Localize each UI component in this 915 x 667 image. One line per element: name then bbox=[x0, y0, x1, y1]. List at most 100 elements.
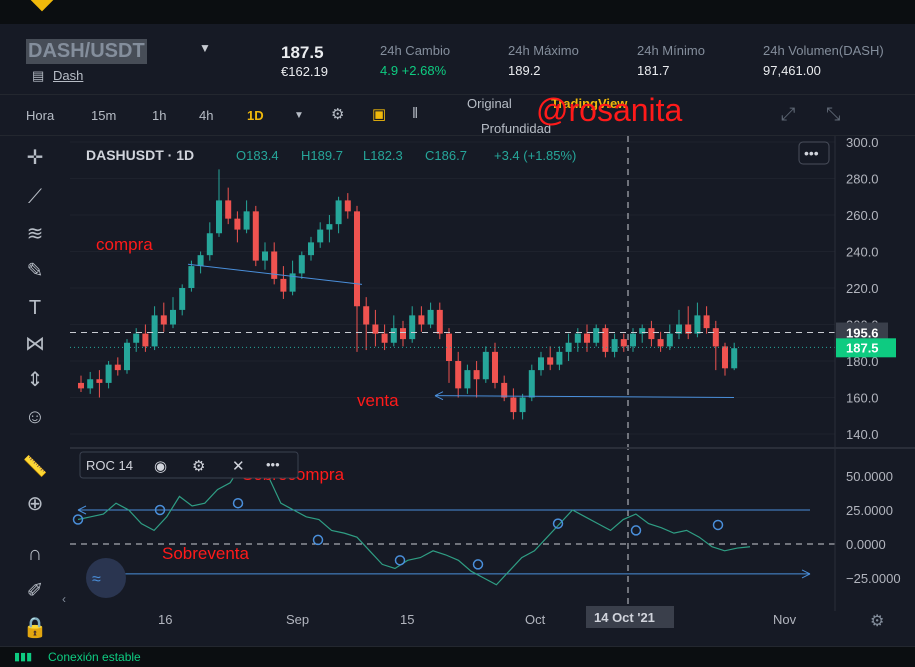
more-intervals-icon[interactable]: ▼ bbox=[294, 110, 304, 121]
price-tick: 300.0 bbox=[846, 136, 879, 150]
expand-icon[interactable]: ⤢ bbox=[781, 104, 795, 125]
candle-body bbox=[574, 333, 581, 343]
coin-link[interactable]: Dash bbox=[53, 68, 83, 83]
lock-icon[interactable]: 🔒 bbox=[18, 611, 52, 645]
candle-body bbox=[519, 397, 526, 413]
candle-body bbox=[703, 315, 710, 329]
crosshair-price-label: 195.6 bbox=[846, 326, 879, 341]
pair-dropdown-icon[interactable]: ▼ bbox=[199, 41, 211, 55]
magnet-icon[interactable]: ∩ bbox=[18, 537, 52, 571]
candle-body bbox=[657, 339, 664, 347]
candle-body bbox=[510, 397, 517, 413]
roc-tick: 50.0000 bbox=[846, 469, 893, 484]
time-tick: 16 bbox=[158, 612, 172, 627]
candle-body bbox=[528, 370, 535, 398]
stat-high-label: 24h Máximo bbox=[508, 43, 579, 58]
candle-body bbox=[436, 309, 443, 334]
trendline-icon[interactable]: ⟋ bbox=[18, 180, 52, 214]
price-chart[interactable]: DASHUSDT · 1D O183.4 H189.7 L182.3 C186.… bbox=[70, 136, 915, 646]
candle-body bbox=[584, 333, 590, 343]
fib-icon[interactable]: ≋ bbox=[18, 217, 52, 251]
price-tick: 160.0 bbox=[846, 391, 879, 406]
candle-body bbox=[160, 315, 167, 325]
candle-body bbox=[78, 382, 84, 389]
ohlc-change: +3.4 (+1.85%) bbox=[494, 148, 576, 163]
signal-icon: ▮▮▮ bbox=[14, 651, 33, 663]
candle-body bbox=[344, 200, 351, 212]
candle-body bbox=[427, 309, 434, 325]
candle-body bbox=[326, 224, 333, 230]
candle-body bbox=[418, 315, 425, 325]
text-icon[interactable]: T bbox=[18, 291, 52, 325]
gear-icon: ⚙ bbox=[192, 458, 205, 475]
lock-drawing-icon[interactable]: ✐ bbox=[18, 574, 52, 608]
interval-hora[interactable]: Hora bbox=[26, 108, 54, 123]
brush-icon[interactable]: ✎ bbox=[18, 254, 52, 288]
candle-body bbox=[482, 351, 489, 380]
zoom-in-icon[interactable]: ⊕ bbox=[18, 487, 52, 521]
interval-1h[interactable]: 1h bbox=[152, 108, 166, 123]
pair-selector[interactable]: DASH/USDT bbox=[26, 39, 147, 64]
stat-low-label: 24h Mínimo bbox=[637, 43, 705, 58]
eye-icon: ◉ bbox=[154, 458, 167, 475]
chart-symbol: DASHUSDT · 1D bbox=[86, 147, 194, 163]
stat-volume-label: 24h Volumen(DASH) bbox=[763, 43, 884, 58]
collapse-icon[interactable]: ⤡ bbox=[826, 104, 840, 125]
collapse-toolbar-icon[interactable]: ‹ bbox=[62, 592, 66, 606]
chart-toolbar bbox=[0, 95, 915, 136]
pattern-icon[interactable]: ⋈ bbox=[18, 327, 52, 361]
candle-body bbox=[96, 379, 103, 383]
indicators-icon[interactable]: ▣ bbox=[372, 105, 386, 123]
candle-body bbox=[464, 370, 471, 389]
roc-tick: −25.0000 bbox=[846, 571, 901, 586]
stat-low-value: 181.7 bbox=[637, 63, 670, 78]
close-icon: ✕ bbox=[232, 458, 245, 475]
crosshair-date-label: 14 Oct '21 bbox=[594, 610, 655, 625]
stat-high-value: 189.2 bbox=[508, 63, 541, 78]
candle-body bbox=[179, 288, 186, 310]
chart-settings-icon: ⚙ bbox=[870, 613, 884, 630]
candle-body bbox=[197, 255, 204, 267]
candle-body bbox=[492, 351, 498, 383]
price-tick: 220.0 bbox=[846, 281, 879, 296]
candle-body bbox=[473, 370, 480, 380]
view-original[interactable]: Original bbox=[467, 96, 512, 111]
candle-body bbox=[298, 255, 305, 274]
candle-body bbox=[225, 200, 232, 219]
candle-body bbox=[630, 333, 636, 347]
price-tick: 240.0 bbox=[846, 245, 879, 260]
candle-body bbox=[151, 315, 158, 347]
candle-body bbox=[105, 364, 112, 383]
candle-body bbox=[308, 242, 314, 256]
candle-body bbox=[262, 251, 268, 261]
emoji-icon[interactable]: ☺ bbox=[18, 400, 52, 434]
crosshair-icon[interactable]: ✛ bbox=[18, 141, 52, 175]
coin-icon: ▤ bbox=[32, 68, 45, 83]
candle-body bbox=[694, 315, 701, 334]
candle-body bbox=[170, 309, 176, 325]
candle-body bbox=[731, 348, 738, 369]
candle-body bbox=[611, 339, 618, 352]
last-price-eur: €162.19 bbox=[281, 64, 328, 79]
candle-body bbox=[363, 306, 370, 325]
settings-sliders-icon[interactable]: ⚙ bbox=[331, 105, 344, 123]
candle-body bbox=[722, 346, 728, 369]
watermark: @rosanita bbox=[536, 92, 683, 128]
candle-body bbox=[234, 218, 241, 230]
candle-type-icon[interactable]: ‖ bbox=[412, 105, 418, 122]
interval-4h[interactable]: 4h bbox=[199, 108, 213, 123]
last-price-label: 187.5 bbox=[846, 340, 879, 355]
time-tick: Sep bbox=[286, 612, 309, 627]
candle-body bbox=[455, 361, 462, 389]
candle-body bbox=[142, 333, 149, 347]
roc-tick: 0.0000 bbox=[846, 537, 886, 552]
time-tick: Nov bbox=[773, 612, 797, 627]
candle-body bbox=[372, 324, 379, 334]
annotation-venta: venta bbox=[357, 391, 399, 410]
candle-body bbox=[648, 328, 655, 340]
measure-icon[interactable]: ⇕ bbox=[18, 363, 52, 397]
interval-15m[interactable]: 15m bbox=[91, 108, 116, 123]
interval-1d[interactable]: 1D bbox=[247, 108, 264, 123]
candle-body bbox=[354, 211, 360, 307]
ruler-icon[interactable]: 📏 bbox=[18, 450, 52, 484]
